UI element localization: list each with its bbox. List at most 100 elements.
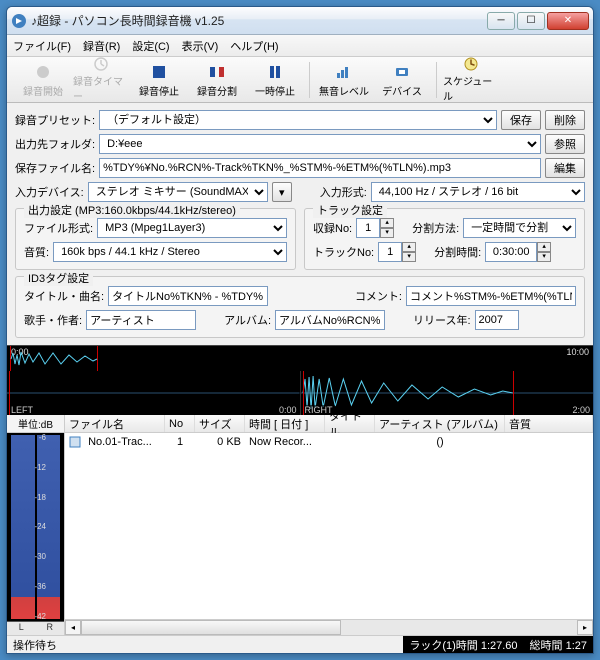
col-title[interactable]: タイトル [325,415,375,432]
split-method-select[interactable]: 一定時間で分割 [463,218,576,238]
id3-title-label: タイトル・曲名: [24,288,104,304]
output-folder-select[interactable]: D:¥eee [99,134,541,154]
id3-album-label: アルバム: [224,312,271,328]
recno-up[interactable]: ▴ [380,218,394,228]
id3-comment-label: コメント: [355,288,402,304]
status-track-time: ラック(1)時間 1:27.60 [403,636,523,653]
input-format-select[interactable]: 44,100 Hz / ステレオ / 16 bit [371,182,585,202]
overview-waveform[interactable]: 0:00 10:00 [7,345,593,371]
pause-icon [265,62,285,82]
output-folder-label: 出力先フォルダ: [15,136,95,152]
input-device-label: 入力デバイス: [15,184,84,200]
split-time-down[interactable]: ▾ [537,252,551,262]
device-icon [392,62,412,82]
id3-album-input[interactable] [275,310,385,330]
rec-stop-button[interactable]: 録音停止 [131,60,187,100]
meter-header: 単位:dB [7,415,64,433]
device-button[interactable]: デバイス [374,60,430,100]
col-quality[interactable]: 音質 [505,415,593,432]
meter-scale: -6-12-18-24-30-36-42 [26,433,46,621]
file-format-select[interactable]: MP3 (Mpeg1Layer3) [97,218,287,238]
toolbar: 録音開始 録音タイマー 録音停止 録音分割 一時停止 無音レベル デバイス スケ… [7,57,593,103]
split-time-up[interactable]: ▴ [537,242,551,252]
id3-artist-input[interactable] [86,310,196,330]
rec-split-button[interactable]: 録音分割 [189,60,245,100]
menu-view[interactable]: 表示(V) [182,38,219,54]
menubar: ファイル(F) 録音(R) 設定(C) 表示(V) ヘルプ(H) [7,35,593,57]
sound-level-icon [334,62,354,82]
level-meter: 単位:dB -6-12-18-24-30-36-42 LR [7,415,65,635]
minimize-button[interactable]: ─ [487,12,515,30]
file-list: ファイル名 No サイズ 時間 [ 日付 ] タイトル アーティスト (アルバム… [65,415,593,635]
left-channel-label: LEFT [9,405,35,415]
window-title: ♪超録 - パソコン長時間録音機 v1.25 [31,12,487,29]
preset-select[interactable]: （デフォルト設定） [99,110,497,130]
col-name[interactable]: ファイル名 [65,415,165,432]
id3-title-input[interactable] [108,286,268,306]
id3-year-input[interactable] [475,310,519,330]
trackno-label: トラックNo: [313,244,374,260]
col-time[interactable]: 時間 [ 日付 ] [245,415,325,432]
close-button[interactable]: ✕ [547,12,589,30]
input-format-label: 入力形式: [320,184,367,200]
recno-label: 収録No: [313,220,352,236]
waveform-section: 0:00 10:00 LEFT 0:00 RIGHT 2:00 [7,345,593,415]
track-settings-group: トラック設定 収録No: ▴▾ 分割方法: 一定時間で分割 トラックNo: ▴▾… [304,208,585,270]
file-format-label: ファイル形式: [24,220,93,236]
rec-timer-button[interactable]: 録音タイマー [73,60,129,100]
clock-icon [461,56,481,72]
id3-group-title: ID3タグ設定 [24,270,93,286]
file-list-header[interactable]: ファイル名 No サイズ 時間 [ 日付 ] タイトル アーティスト (アルバム… [65,415,593,433]
maximize-button[interactable]: ☐ [517,12,545,30]
col-size[interactable]: サイズ [195,415,245,432]
meter-l-label: L [7,622,36,635]
silence-level-button[interactable]: 無音レベル [316,60,372,100]
titlebar[interactable]: ♪超録 - パソコン長時間録音機 v1.25 ─ ☐ ✕ [7,7,593,35]
trackno-input[interactable] [378,242,402,262]
output-group-title: 出力設定 (MP3:160.0kbps/44.1kHz/stereo) [24,202,240,218]
input-device-select[interactable]: ステレオ ミキサー (SoundMAX Int [88,182,268,202]
menu-help[interactable]: ヘルプ(H) [230,38,278,54]
app-window: ♪超録 - パソコン長時間録音機 v1.25 ─ ☐ ✕ ファイル(F) 録音(… [6,6,594,654]
menu-settings[interactable]: 設定(C) [132,38,169,54]
meter-r-label: R [36,622,65,635]
schedule-button[interactable]: スケジュール [443,60,499,100]
timer-icon [91,56,111,72]
horizontal-scrollbar[interactable]: ◂ ▸ [65,619,593,635]
table-row[interactable]: No.01-Trac... 1 0 KB Now Recor... () [65,433,593,451]
rec-start-button[interactable]: 録音開始 [15,60,71,100]
id3-year-label: リリース年: [413,312,471,328]
status-text: 操作待ち [7,637,403,653]
save-filename-input[interactable] [99,158,541,178]
status-total-time: 総時間 1:27 [524,636,593,653]
col-no[interactable]: No [165,415,195,432]
trackno-down[interactable]: ▾ [402,252,416,262]
statusbar: 操作待ち ラック(1)時間 1:27.60 総時間 1:27 [7,635,593,653]
recno-down[interactable]: ▾ [380,228,394,238]
split-time-input[interactable] [485,242,537,262]
preset-delete-button[interactable]: 削除 [545,110,585,130]
id3-artist-label: 歌手・作者: [24,312,82,328]
preset-save-button[interactable]: 保存 [501,110,541,130]
track-group-title: トラック設定 [313,202,387,218]
waveform-right[interactable]: RIGHT 2:00 [301,371,594,415]
browse-button[interactable]: 参照 [545,134,585,154]
pause-button[interactable]: 一時停止 [247,60,303,100]
split-icon [207,62,227,82]
id3-comment-input[interactable] [406,286,576,306]
save-filename-label: 保存ファイル名: [15,160,95,176]
waveform-left[interactable]: LEFT 0:00 [7,371,301,415]
quality-select[interactable]: 160k bps / 44.1 kHz / Stereo [53,242,287,262]
quality-label: 音質: [24,244,49,260]
menu-rec[interactable]: 録音(R) [83,38,120,54]
recno-input[interactable] [356,218,380,238]
menu-file[interactable]: ファイル(F) [13,38,71,54]
edit-button[interactable]: 編集 [545,158,585,178]
file-icon [69,436,81,448]
trackno-up[interactable]: ▴ [402,242,416,252]
split-method-label: 分割方法: [412,220,459,236]
input-device-more-button[interactable]: ▾ [272,182,292,202]
split-time-label: 分割時間: [434,244,481,260]
app-icon [11,13,27,29]
col-artist[interactable]: アーティスト (アルバム) [375,415,505,432]
